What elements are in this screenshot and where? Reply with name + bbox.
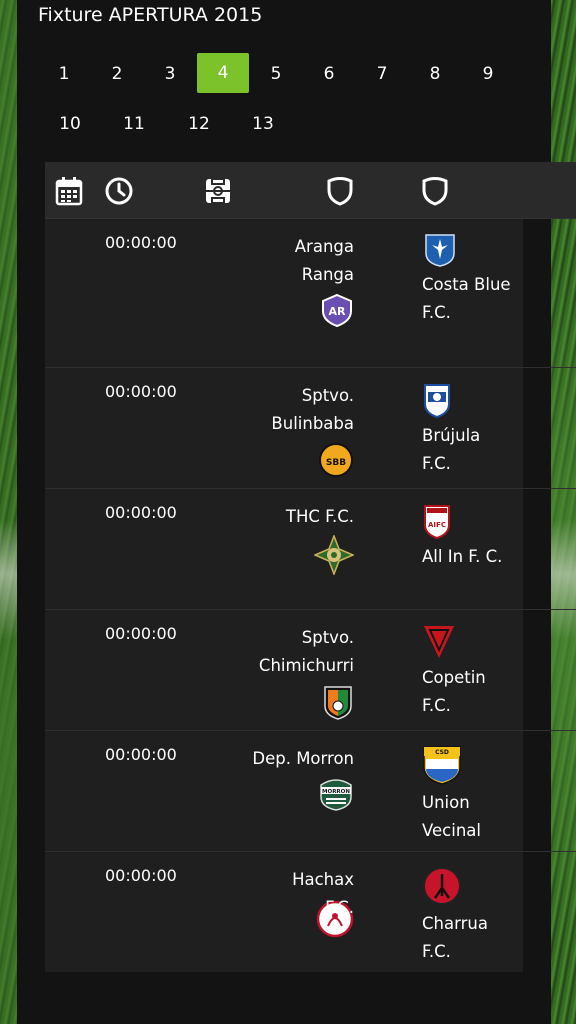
- charrua-crest-icon: [422, 866, 512, 906]
- away-team: CSD Union Vecinal: [422, 745, 512, 845]
- away-team: Brújula F.C.: [422, 382, 512, 478]
- home-team-name: THC F.C.: [285, 507, 354, 526]
- round-button-11[interactable]: 11: [108, 104, 160, 144]
- match-time: 00:00:00: [105, 233, 177, 252]
- copetin-crest-icon: [422, 624, 512, 660]
- home-team-name: Aranga Ranga: [294, 237, 354, 284]
- round-button-9[interactable]: 9: [462, 54, 514, 94]
- away-team-name: Costa Blue F.C.: [422, 275, 511, 322]
- home-team: Dep. Morron MORRON: [214, 745, 354, 820]
- match-row[interactable]: 00:00:00 Hachax F.C. Charrua F.C.: [45, 852, 576, 972]
- round-button-13[interactable]: 13: [237, 104, 289, 144]
- away-team-name: All In F. C.: [422, 547, 503, 566]
- svg-text:SBB: SBB: [326, 458, 346, 468]
- field-icon: [204, 176, 234, 206]
- union-vecinal-crest-icon: CSD: [422, 745, 512, 785]
- away-team: AIFC All In F. C.: [422, 503, 512, 571]
- home-team-name: Sptvo. Bulinbaba: [271, 386, 354, 433]
- round-button-3[interactable]: 3: [144, 54, 196, 94]
- away-team-name: Union Vecinal: [422, 793, 481, 840]
- home-team: Sptvo. Bulinbaba SBB: [214, 382, 354, 487]
- round-button-1[interactable]: 1: [38, 54, 90, 94]
- match-time: 00:00:00: [105, 382, 177, 401]
- round-button-2[interactable]: 2: [91, 54, 143, 94]
- match-row[interactable]: 00:00:00 Sptvo. Bulinbaba SBB Brújula F.…: [45, 368, 576, 489]
- calendar-icon: [55, 176, 85, 206]
- away-team: Charrua F.C.: [422, 866, 512, 966]
- round-button-10[interactable]: 10: [44, 104, 96, 144]
- match-row[interactable]: 00:00:00 Sptvo. Chimichurri Copetin F.C.: [45, 610, 576, 731]
- clock-icon: [104, 176, 134, 206]
- svg-text:MORRON: MORRON: [322, 789, 350, 795]
- match-row[interactable]: 00:00:00 Dep. Morron MORRON CSD Union Ve…: [45, 731, 576, 852]
- all-in-crest-icon: AIFC: [422, 503, 512, 539]
- away-shield-icon: [421, 176, 451, 206]
- match-time: 00:00:00: [105, 745, 177, 764]
- brujula-crest-icon: [422, 382, 512, 418]
- svg-text:AR: AR: [329, 305, 347, 318]
- chimichurri-crest-icon: [322, 684, 354, 720]
- away-team-name: Copetin F.C.: [422, 668, 486, 715]
- home-team-name: Dep. Morron: [252, 749, 354, 768]
- thc-crest-icon: [314, 535, 354, 575]
- home-team: Sptvo. Chimichurri: [214, 624, 354, 729]
- home-team: THC F.C.: [214, 503, 354, 584]
- away-team-name: Brújula F.C.: [422, 426, 481, 473]
- round-button-8[interactable]: 8: [409, 54, 461, 94]
- home-shield-icon: [326, 176, 356, 206]
- svg-text:CSD: CSD: [435, 749, 449, 756]
- away-team: Copetin F.C.: [422, 624, 512, 720]
- home-team: Hachax F.C.: [214, 866, 354, 938]
- home-team-name: Sptvo. Chimichurri: [258, 628, 354, 675]
- svg-text:AIFC: AIFC: [428, 521, 446, 529]
- round-button-12[interactable]: 12: [173, 104, 225, 144]
- home-team: Aranga Ranga AR: [214, 233, 354, 336]
- costa-blue-crest-icon: [422, 233, 512, 267]
- morron-crest-icon: MORRON: [318, 777, 354, 811]
- match-row[interactable]: 00:00:00 Aranga Ranga AR Costa Blue F.C.: [45, 219, 576, 368]
- round-button-6[interactable]: 6: [303, 54, 355, 94]
- bulinbaba-crest-icon: SBB: [318, 442, 354, 478]
- away-team-name: Charrua F.C.: [422, 914, 488, 961]
- match-time: 00:00:00: [105, 624, 177, 643]
- aranga-ranga-crest-icon: AR: [320, 293, 354, 327]
- page-title: Fixture APERTURA 2015: [38, 4, 263, 26]
- match-time: 00:00:00: [105, 503, 177, 522]
- away-team: Costa Blue F.C.: [422, 233, 512, 327]
- home-team-name: Hachax F.C.: [292, 870, 354, 917]
- round-button-7[interactable]: 7: [356, 54, 408, 94]
- round-button-4[interactable]: 4: [197, 53, 249, 93]
- match-time: 00:00:00: [105, 866, 177, 885]
- match-row[interactable]: 00:00:00 THC F.C. AIFC All In F. C.: [45, 489, 576, 610]
- table-header: [45, 162, 576, 219]
- round-button-5[interactable]: 5: [250, 54, 302, 94]
